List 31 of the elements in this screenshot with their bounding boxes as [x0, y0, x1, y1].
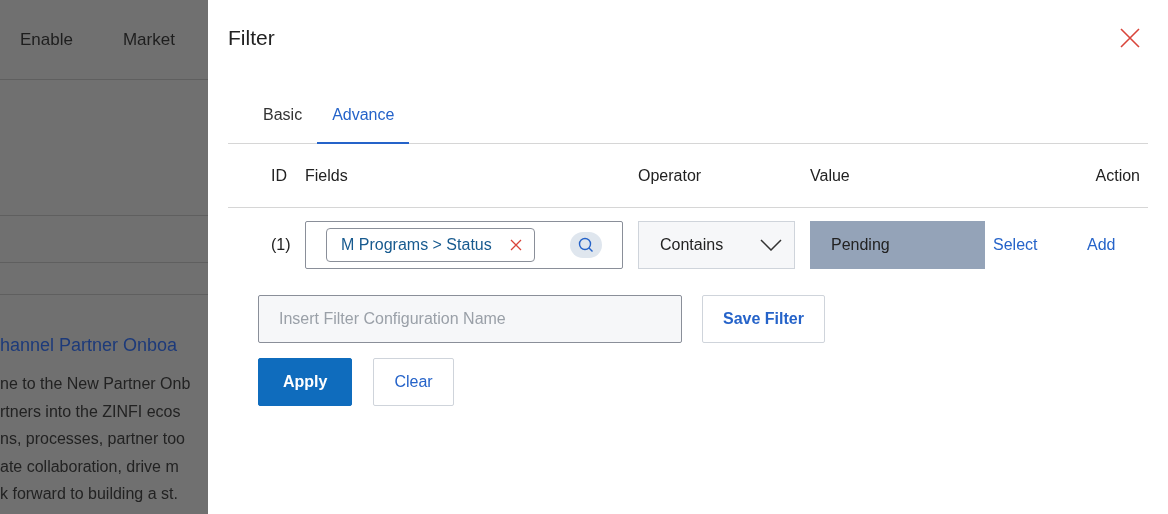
value-field[interactable]: Pending	[810, 221, 985, 269]
fields-input[interactable]: M Programs > Status	[305, 221, 623, 269]
column-header: Operator	[638, 166, 703, 185]
operator-dropdown[interactable]: Contains	[638, 221, 795, 269]
paragraph-line: ns, processes, partner too	[0, 429, 186, 449]
paragraph-line: k forward to building a st.	[0, 484, 179, 504]
paragraph-line: ne to the New Partner Onb	[0, 374, 192, 394]
article-heading: hannel Partner Onboa	[0, 335, 179, 356]
column-header: Value	[810, 166, 851, 185]
apply-button[interactable]: Apply	[258, 358, 353, 406]
column-header: ID	[270, 166, 288, 185]
config-name-field[interactable]: Insert Filter Configuration Name	[258, 295, 682, 343]
close-icon[interactable]	[1120, 28, 1140, 48]
save-filter-button[interactable]: Save Filter	[702, 295, 825, 343]
dialog-title: Filter	[228, 26, 275, 50]
column-header: Action	[1095, 166, 1141, 185]
select-link[interactable]: Select	[993, 236, 1038, 254]
nav-item[interactable]: Market	[122, 29, 175, 50]
tab[interactable]: Basic	[248, 93, 318, 144]
row-id: (1)	[270, 236, 292, 254]
field-chip[interactable]: M Programs > Status	[326, 228, 535, 262]
paragraph-line: ate collaboration, drive m	[0, 456, 180, 477]
add-link[interactable]: Add	[1087, 236, 1116, 254]
chevron-down-icon[interactable]	[760, 239, 782, 251]
remove-icon[interactable]	[509, 239, 522, 251]
clear-button[interactable]: Clear	[373, 358, 454, 406]
nav-item[interactable]: Enable	[20, 29, 73, 50]
search-icon[interactable]	[570, 232, 602, 258]
column-header: Fields	[305, 166, 349, 185]
tab[interactable]: Advance	[317, 93, 410, 144]
paragraph-line: rtners into the ZINFI ecos	[0, 401, 182, 422]
